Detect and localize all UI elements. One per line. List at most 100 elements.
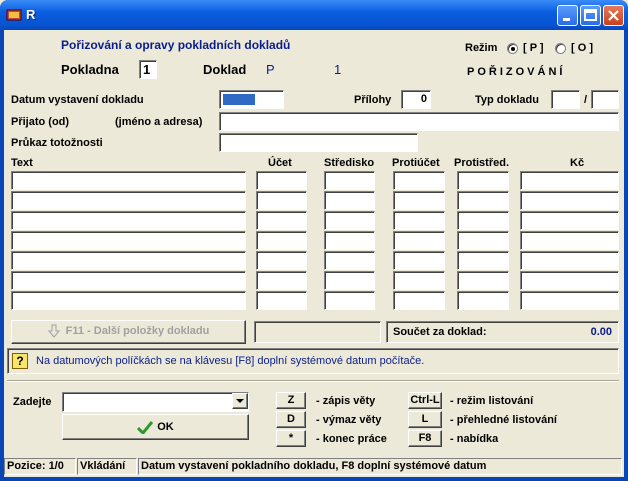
doklad-label: Doklad	[203, 62, 247, 77]
cell-protistred[interactable]	[457, 291, 509, 310]
command-combo[interactable]	[62, 392, 249, 412]
rezim-radio-o[interactable]	[555, 43, 566, 54]
col-kc-header: Kč	[570, 157, 585, 169]
ok-button[interactable]: OK	[62, 414, 249, 440]
cell-protistred[interactable]	[457, 171, 509, 190]
client-area: Pořizování a opravy pokladních dokladů P…	[4, 30, 624, 477]
app-icon	[6, 9, 22, 21]
cell-kc[interactable]	[520, 231, 619, 250]
more-items-button[interactable]: F11 - Další položky dokladu	[11, 320, 246, 344]
cell-stredisko[interactable]	[324, 191, 375, 210]
status-bar: Pozice: 1/0 Vkládání Datum vystavení pok…	[4, 456, 624, 476]
cell-ucet[interactable]	[256, 251, 307, 270]
cell-text[interactable]	[11, 211, 246, 230]
cell-text[interactable]	[11, 251, 246, 270]
minimize-icon	[563, 18, 570, 21]
arrow-down-icon	[47, 324, 60, 338]
rezim-option-p[interactable]: [ P ]	[523, 42, 544, 54]
cell-ucet[interactable]	[256, 291, 307, 310]
rezim-radio-p[interactable]	[507, 43, 518, 54]
cell-protistred[interactable]	[457, 211, 509, 230]
zadejte-label: Zadejte	[13, 396, 52, 408]
application-window: R Pořizování a opravy pokladních dokladů…	[0, 0, 628, 481]
cell-stredisko[interactable]	[324, 171, 375, 190]
shortcut-key-button[interactable]: Z	[276, 392, 306, 409]
col-protiucet-header: Protiúčet	[392, 157, 440, 169]
close-icon	[608, 10, 619, 21]
cell-ucet[interactable]	[256, 211, 307, 230]
cell-text[interactable]	[11, 231, 246, 250]
rezim-label: Režim	[465, 42, 498, 54]
pokladna-field[interactable]: 1	[139, 60, 157, 79]
prilohy-field[interactable]: 0	[401, 90, 431, 109]
col-text-header: Text	[11, 157, 33, 169]
maximize-icon	[584, 9, 597, 21]
cell-kc[interactable]	[520, 271, 619, 290]
cell-kc[interactable]	[520, 171, 619, 190]
shortcut-description: - zápis věty	[316, 395, 376, 407]
shortcut-key-button[interactable]: D	[276, 411, 306, 428]
window-title: R	[26, 7, 36, 22]
page-title: Pořizování a opravy pokladních dokladů	[61, 38, 291, 52]
cell-protistred[interactable]	[457, 191, 509, 210]
cell-protiucet[interactable]	[393, 251, 445, 270]
cell-ucet[interactable]	[256, 171, 307, 190]
cell-protistred[interactable]	[457, 251, 509, 270]
prukaz-label: Průkaz totožnosti	[11, 137, 103, 149]
cell-kc[interactable]	[520, 211, 619, 230]
status-position: Pozice: 1/0	[4, 458, 76, 475]
col-stredisko-header: Středisko	[324, 157, 375, 169]
cell-kc[interactable]	[520, 291, 619, 310]
cell-text[interactable]	[11, 171, 246, 190]
typ-separator: /	[584, 94, 588, 106]
shortcut-description: - režim listování	[450, 395, 534, 407]
prukaz-field[interactable]	[219, 133, 418, 152]
cell-ucet[interactable]	[256, 271, 307, 290]
cell-protiucet[interactable]	[393, 231, 445, 250]
shortcut-key-button[interactable]: Ctrl-L	[408, 392, 442, 409]
shortcut-key-button[interactable]: F8	[408, 430, 442, 447]
typ-dokladu-label: Typ dokladu	[475, 94, 539, 106]
hint-text: Na datumových políčkách se na klávesu [F…	[36, 355, 425, 368]
close-button[interactable]	[603, 5, 624, 26]
cell-kc[interactable]	[520, 191, 619, 210]
cell-protiucet[interactable]	[393, 171, 445, 190]
cell-stredisko[interactable]	[324, 211, 375, 230]
maximize-button[interactable]	[580, 5, 601, 26]
sum-box: Součet za doklad: 0.00	[386, 321, 619, 343]
pokladna-label: Pokladna	[61, 62, 119, 77]
cell-protiucet[interactable]	[393, 191, 445, 210]
combo-dropdown-button[interactable]	[232, 393, 248, 409]
typ-dokladu-field-2[interactable]	[591, 90, 619, 109]
cell-ucet[interactable]	[256, 191, 307, 210]
prijato-field[interactable]	[219, 112, 619, 131]
cell-protiucet[interactable]	[393, 291, 445, 310]
minimize-button[interactable]	[557, 5, 578, 26]
doklad-number: 1	[334, 62, 342, 77]
cell-text[interactable]	[11, 291, 246, 310]
checkmark-icon	[137, 421, 154, 436]
shortcut-key-button[interactable]: L	[408, 411, 442, 428]
cell-stredisko[interactable]	[324, 271, 375, 290]
cell-protiucet[interactable]	[393, 271, 445, 290]
shortcut-description: - výmaz věty	[316, 414, 382, 426]
cell-text[interactable]	[11, 271, 246, 290]
title-bar[interactable]: R	[0, 0, 628, 30]
cell-protistred[interactable]	[457, 231, 509, 250]
cell-kc[interactable]	[520, 251, 619, 270]
cell-protistred[interactable]	[457, 271, 509, 290]
datum-field[interactable]	[219, 90, 284, 109]
chevron-down-icon	[236, 399, 244, 403]
col-ucet-header: Účet	[268, 157, 292, 169]
cell-stredisko[interactable]	[324, 251, 375, 270]
shortcut-key-button[interactable]: *	[276, 430, 306, 447]
rezim-option-o[interactable]: [ O ]	[571, 42, 593, 54]
datum-label: Datum vystavení dokladu	[11, 94, 144, 106]
typ-dokladu-field-1[interactable]	[551, 90, 580, 109]
cell-stredisko[interactable]	[324, 231, 375, 250]
doklad-type: P	[266, 62, 275, 77]
cell-protiucet[interactable]	[393, 211, 445, 230]
cell-ucet[interactable]	[256, 231, 307, 250]
cell-stredisko[interactable]	[324, 291, 375, 310]
cell-text[interactable]	[11, 191, 246, 210]
